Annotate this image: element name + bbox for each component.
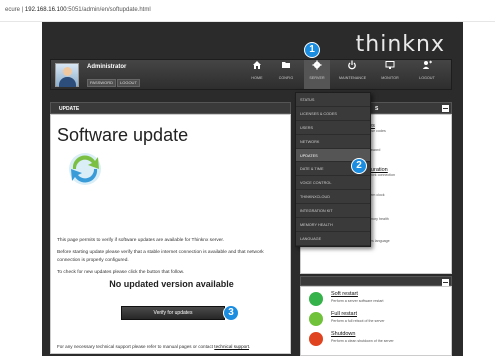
nav-maintenance-label: MAINTENANCE xyxy=(339,76,367,80)
nav-server[interactable]: SERVER xyxy=(304,60,330,89)
collapse-icon[interactable] xyxy=(442,279,449,286)
settings-item-codes[interactable]: Codesge license codes xyxy=(359,123,449,133)
menu-item-integration-kit[interactable]: INTEGRATION KIT xyxy=(296,204,370,219)
settings-item-desc: ver memory health xyxy=(359,217,389,221)
menu-item-language[interactable]: LANGUAGE xyxy=(296,232,370,246)
nav-logout[interactable]: LOGOUT xyxy=(414,60,440,89)
technical-support-link[interactable]: technical support xyxy=(214,344,249,349)
action-title: Soft restart xyxy=(331,291,358,297)
avatar xyxy=(55,63,79,87)
user-logout-icon xyxy=(414,60,440,76)
user-name: Administrator xyxy=(87,64,127,70)
settings-item-language[interactable]: ge pages language xyxy=(359,239,449,243)
nav-server-label: SERVER xyxy=(309,76,325,80)
nav-config[interactable]: CONFIG xyxy=(273,60,299,89)
brand-logo: thinknx xyxy=(355,32,445,57)
nav-home[interactable]: HOME xyxy=(244,60,270,89)
settings-item-desc: ge pages language xyxy=(359,239,390,243)
gear-icon xyxy=(304,60,330,76)
page-title: Software update xyxy=(57,125,189,145)
nav-monitor-label: MONITOR xyxy=(381,76,399,80)
menu-item-users[interactable]: USERS xyxy=(296,121,370,135)
app-window: thinknx Administrator PASSWORD LOGOUT HO… xyxy=(42,22,463,356)
menu-item-status[interactable]: STATUS xyxy=(296,93,370,107)
action-desc: Perform a full reboot of the server xyxy=(331,319,385,323)
footer-end: . xyxy=(249,344,251,349)
instructions-text: Before starting update please verify tha… xyxy=(57,250,264,263)
restart-icon xyxy=(309,292,323,306)
top-bar: Administrator PASSWORD LOGOUT HOME CONFI… xyxy=(50,59,452,90)
intro-text: This page permits to verify if software … xyxy=(57,238,225,243)
collapse-icon[interactable] xyxy=(442,105,449,112)
menu-item-network[interactable]: NETWORK xyxy=(296,135,370,149)
settings-item-desc: ver password xyxy=(359,148,381,152)
settings-item-clock[interactable]: ege system clock xyxy=(359,187,449,197)
update-panel: Software update This page permits to ver… xyxy=(50,114,291,354)
settings-item-network[interactable]: onfiguration ge network connection xyxy=(359,167,449,177)
shutdown-action[interactable]: Shutdown Perform a clean shutdown of the… xyxy=(309,331,449,349)
callout-badge-1: 1 xyxy=(304,42,320,58)
monitor-icon xyxy=(377,60,403,76)
nav-logout-label: LOGOUT xyxy=(419,76,435,80)
settings-item-desc: ge system clock xyxy=(359,193,385,197)
url-scheme: ecure | xyxy=(5,7,25,13)
action-title: Full restart xyxy=(331,311,357,317)
settings-item-password[interactable]: ver password xyxy=(359,148,449,152)
server-actions-panel: Soft restart Perform a server software r… xyxy=(300,286,452,356)
password-button[interactable]: PASSWORD xyxy=(87,79,117,87)
nav-home-label: HOME xyxy=(251,76,263,80)
full-restart-action[interactable]: Full restart Perform a full reboot of th… xyxy=(309,311,449,329)
shutdown-icon xyxy=(309,332,323,346)
check-text: To check for new updates please click th… xyxy=(57,270,185,275)
menu-item-voice-control[interactable]: VOICE CONTROL xyxy=(296,176,370,191)
menu-item-memory-health[interactable]: MEMORY HEALTH xyxy=(296,218,370,232)
address-bar[interactable]: ecure | 192.168.16.100:5051/admin/en/sof… xyxy=(0,0,495,22)
callout-badge-2: 2 xyxy=(351,158,367,174)
url-path: :5051/admin/en/softupdate.html xyxy=(66,7,151,13)
verify-updates-button[interactable]: Verify for updates xyxy=(121,306,225,320)
nav-config-label: CONFIG xyxy=(278,76,294,80)
update-status: No updated version available xyxy=(109,279,234,289)
action-desc: Perform a clean shutdown of the server xyxy=(331,339,394,343)
callout-badge-3: 3 xyxy=(223,305,239,321)
settings-panel-title-text: S xyxy=(375,106,379,112)
action-title: Shutdown xyxy=(331,331,356,337)
refresh-icon xyxy=(65,149,105,189)
logout-button-small[interactable]: LOGOUT xyxy=(117,79,140,87)
folder-icon xyxy=(273,60,299,76)
url-host: 192.168.16.100 xyxy=(24,7,67,13)
support-footer: For any necessary technical support plea… xyxy=(57,344,250,349)
footer-text: For any necessary technical support plea… xyxy=(57,344,215,349)
server-actions-title xyxy=(300,276,452,286)
reboot-icon xyxy=(309,312,323,326)
action-desc: Perform a server software restart xyxy=(331,299,384,303)
menu-item-licenses[interactable]: LICENSES & CODES xyxy=(296,107,370,121)
power-icon xyxy=(339,60,365,76)
settings-item-desc: ge network connection xyxy=(359,173,395,177)
menu-item-thinknxcloud[interactable]: THINKNXCLOUD xyxy=(296,190,370,205)
soft-restart-action[interactable]: Soft restart Perform a server software r… xyxy=(309,291,449,309)
update-panel-title: UPDATE xyxy=(50,102,291,114)
nav-monitor[interactable]: MONITOR xyxy=(377,60,403,89)
home-icon xyxy=(244,60,270,76)
settings-item-memory[interactable]: ealthver memory health xyxy=(359,211,449,221)
nav-maintenance[interactable]: MAINTENANCE xyxy=(339,60,367,89)
settings-item-desc: ge license codes xyxy=(359,129,386,133)
